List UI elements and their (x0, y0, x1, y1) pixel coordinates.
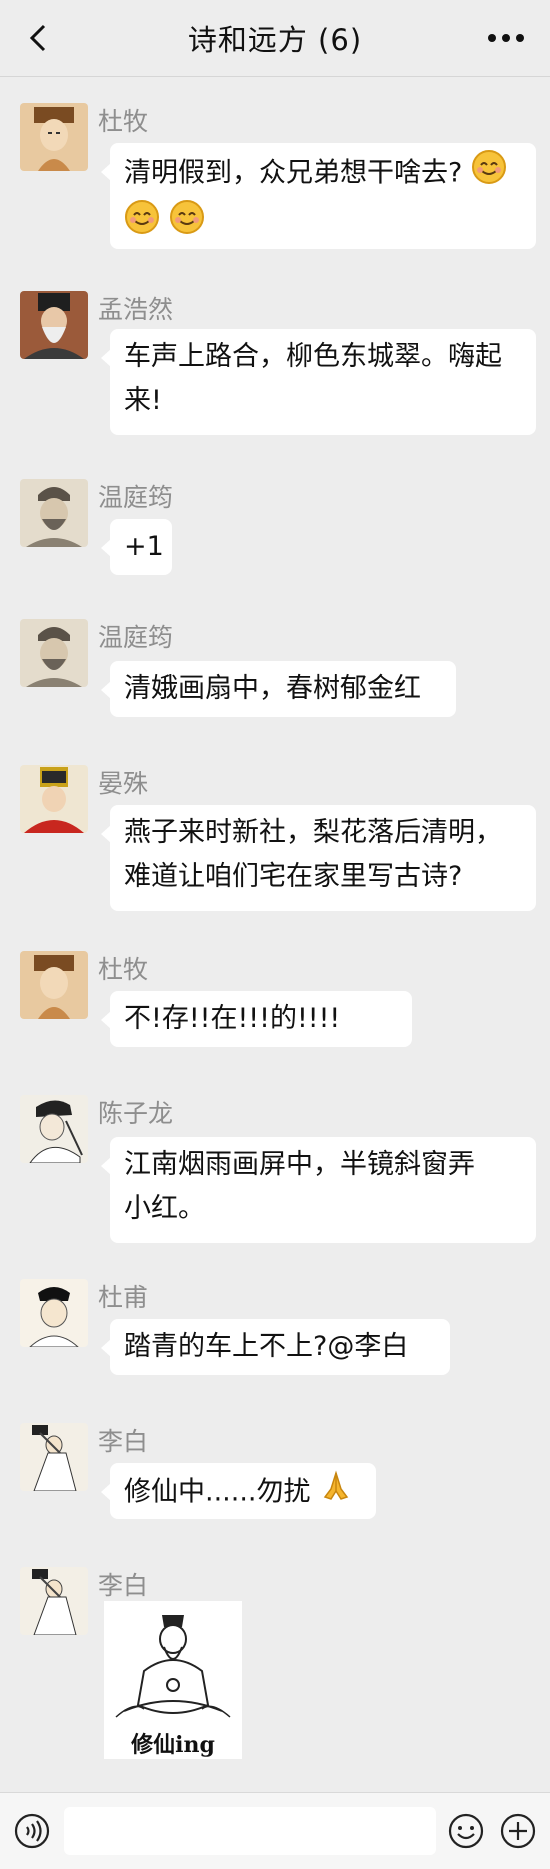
message-bubble[interactable]: +1 (101, 519, 172, 575)
chat-header: 诗和远方 (6) (0, 0, 550, 77)
sender-name: 李白 (98, 1427, 149, 1456)
avatar[interactable] (20, 1567, 88, 1635)
plus-icon (500, 1813, 536, 1849)
input-bar (0, 1792, 550, 1869)
message-text: 来! (124, 385, 162, 416)
sticker-image[interactable]: 修仙ing (104, 1601, 242, 1759)
sender-name: 李白 (98, 1571, 149, 1600)
avatar[interactable] (20, 291, 88, 359)
avatar[interactable] (20, 619, 88, 687)
sender-name: 杜牧 (98, 107, 149, 136)
chat-title: 诗和远方 (6) (187, 23, 363, 57)
voice-icon (14, 1813, 50, 1849)
sender-name: 孟浩然 (98, 295, 174, 324)
message-bubble[interactable]: 燕子来时新社，梨花落后清明， 难道让咱们宅在家里写古诗? (101, 805, 536, 911)
message-bubble[interactable]: 不!存!!在!!!的!!!! (101, 991, 412, 1047)
avatar[interactable] (20, 1095, 88, 1163)
sender-name: 温庭筠 (98, 483, 174, 512)
emoji-button[interactable] (448, 1813, 484, 1849)
message-bubble[interactable]: 江南烟雨画屏中，半镜斜窗弄 小红。 (101, 1137, 536, 1243)
smiling-face-icon (169, 199, 205, 249)
more-button[interactable] (482, 18, 530, 58)
message-bubble[interactable]: 清明假到，众兄弟想干啥去? (101, 143, 536, 249)
message-text: 江南烟雨画屏中，半镜斜窗弄 (124, 1149, 475, 1180)
message-text: 不!存!!在!!!的!!!! (124, 1003, 341, 1034)
sticker-caption: 修仙ing (131, 1732, 215, 1758)
sender-name: 温庭筠 (98, 623, 174, 652)
message-bubble[interactable]: 修仙中......勿扰 (101, 1463, 376, 1519)
avatar[interactable] (20, 1423, 88, 1491)
praying-hands-icon (319, 1469, 353, 1517)
message-text: 燕子来时新社，梨花落后清明， (124, 817, 502, 848)
avatar[interactable] (20, 103, 88, 171)
back-button[interactable] (18, 18, 58, 58)
message-text: 难道让咱们宅在家里写古诗? (124, 861, 463, 892)
avatar[interactable] (20, 765, 88, 833)
smiling-face-icon (471, 149, 507, 199)
more-dots-icon (488, 34, 524, 42)
message-text: 修仙中......勿扰 (124, 1476, 311, 1508)
message-bubble[interactable]: 车声上路合，柳色东城翠。嗨起 来! (101, 329, 536, 435)
emoji-icon (448, 1813, 484, 1849)
message-text: 小红。 (124, 1193, 205, 1224)
avatar[interactable] (20, 1279, 88, 1347)
message-text: 清娥画扇中，春树郁金红 (124, 673, 421, 704)
message-text: 车声上路合，柳色东城翠。嗨起 (124, 341, 502, 372)
avatar[interactable] (20, 951, 88, 1019)
sender-name: 杜甫 (98, 1283, 149, 1312)
message-text: +1 (124, 531, 164, 562)
sender-name: 陈子龙 (98, 1099, 174, 1128)
message-text: 清明假到，众兄弟想干啥去? (124, 157, 463, 189)
plus-button[interactable] (500, 1813, 536, 1849)
message-bubble[interactable]: 清娥画扇中，春树郁金红 (101, 661, 456, 717)
sender-name: 晏殊 (98, 769, 149, 798)
smiling-face-icon (124, 199, 160, 249)
meditating-immortal-drawing (104, 1601, 242, 1731)
voice-button[interactable] (14, 1813, 50, 1849)
chevron-left-icon (29, 24, 46, 52)
sender-name: 杜牧 (98, 955, 149, 984)
message-text: 踏青的车上不上?@李白 (124, 1331, 409, 1362)
message-bubble[interactable]: 踏青的车上不上?@李白 (101, 1319, 450, 1375)
avatar[interactable] (20, 479, 88, 547)
message-input[interactable] (64, 1807, 436, 1855)
